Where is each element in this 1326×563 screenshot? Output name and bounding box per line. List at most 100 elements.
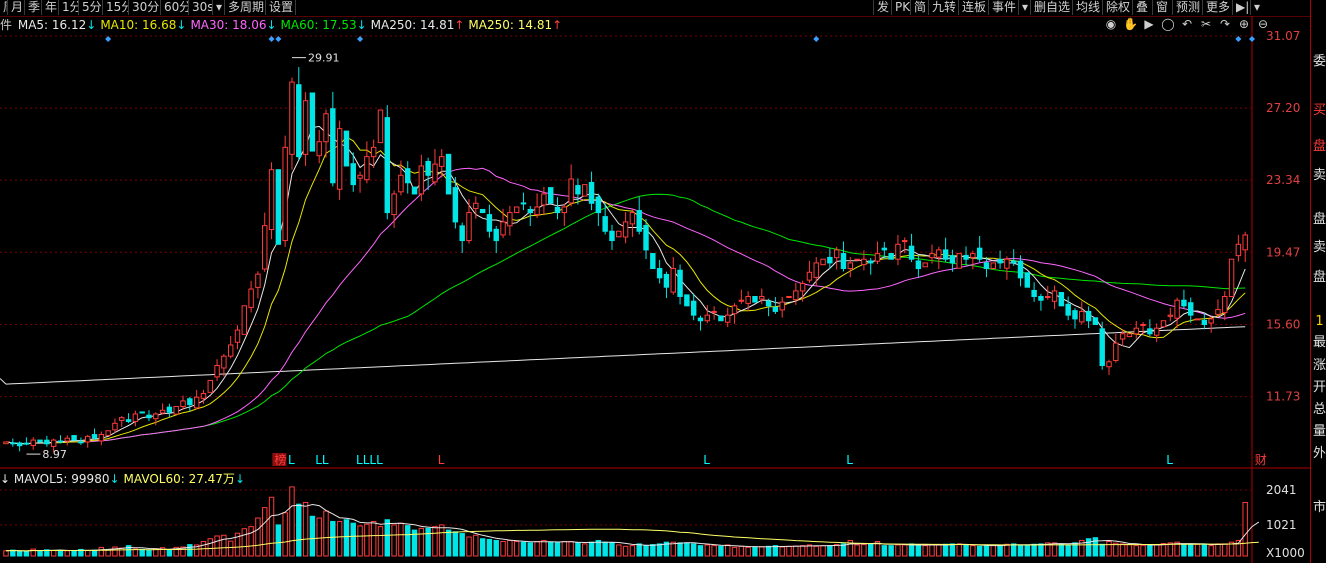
toolbar-left-10[interactable]: ▾ (213, 0, 225, 15)
volume-bar (636, 543, 642, 557)
toolbar-left-11[interactable]: 多周期 (225, 0, 266, 15)
candle-body (568, 178, 574, 204)
candle-body (91, 434, 98, 439)
toolbar-left-3[interactable]: 年 (42, 0, 59, 15)
toolbar-left-6[interactable]: 15分 (103, 0, 129, 15)
side-panel-label: 总 (1312, 402, 1326, 417)
candle-body (1113, 342, 1119, 361)
candle-body (1092, 317, 1099, 325)
volume-bar (1147, 544, 1153, 557)
toolbar-right-9[interactable]: 除权 (1102, 0, 1132, 15)
event-marker: L (288, 453, 295, 467)
toolbar-left-0[interactable]: 周 (0, 0, 8, 15)
low-price-label: 8.97 (42, 448, 67, 461)
candle-body (697, 317, 704, 322)
toolbar-left-1[interactable]: 月 (8, 0, 25, 15)
candle-body (922, 262, 928, 268)
volume-bar (241, 528, 248, 557)
toolbar-right-6[interactable]: ▾ (1018, 0, 1030, 15)
toolbar-right-4[interactable]: 连板 (958, 0, 988, 15)
volume-bar (915, 545, 922, 557)
candle-body (289, 81, 295, 155)
ma-legend-item: MA250: 14.81↑ (468, 18, 562, 32)
candle-body (343, 130, 350, 167)
candle-body (759, 295, 765, 300)
toolbar-left-9[interactable]: 30s (189, 0, 213, 15)
toolbar-left-5[interactable]: 5分 (79, 0, 103, 15)
volume-bar (813, 545, 819, 557)
side-panel-label: 盘 (1312, 270, 1326, 285)
toolbar-right-7[interactable]: 删自选 (1030, 0, 1072, 15)
event-marker: L (438, 453, 445, 467)
toolbar-left-4[interactable]: 1分 (59, 0, 79, 15)
candle-body (364, 156, 370, 181)
toolbar-right-13[interactable]: 更多 (1202, 0, 1232, 15)
candle-body (1085, 310, 1092, 322)
toolbar-left-7[interactable]: 30分 (129, 0, 161, 15)
zoom-out-icon[interactable]: ⊖ (1256, 17, 1270, 31)
toolbar-right-11[interactable]: 窗 (1152, 0, 1172, 15)
volume-bar (391, 524, 397, 557)
volume-bar (357, 525, 363, 557)
event-marker: L (846, 453, 853, 467)
candle-body (616, 230, 622, 238)
candle-body (57, 440, 64, 443)
volume-bar (527, 542, 533, 557)
toolbar-right-15[interactable]: ▾ (1250, 0, 1262, 15)
candle-body (221, 355, 227, 369)
volume-bar (16, 550, 23, 557)
toolbar-right-8[interactable]: 均线 (1072, 0, 1102, 15)
play-icon[interactable]: ▶ (1142, 17, 1156, 31)
candle-body (507, 212, 513, 227)
candle-body (350, 163, 356, 186)
toolbar-right-3[interactable]: 九转 (928, 0, 958, 15)
volume-bar (1024, 544, 1031, 557)
candle-body (296, 84, 302, 158)
candle-body (384, 117, 391, 214)
zoom-in-icon[interactable]: ⊕ (1237, 17, 1251, 31)
volume-bar (799, 545, 806, 557)
volume-bar (534, 540, 540, 557)
volume-bar (384, 519, 391, 557)
toolbar-right-14[interactable]: ▶| (1232, 0, 1250, 15)
vol-legend-item: ↓ MAVOL5: 99980↓ (0, 472, 120, 486)
candle-body (1194, 318, 1201, 321)
toolbar-right-2[interactable]: 简 (910, 0, 928, 15)
scissors-icon[interactable]: ✂ (1199, 17, 1213, 31)
toolbar-right-0[interactable]: 发 (873, 0, 891, 15)
candle-body (970, 253, 976, 258)
toolbar-right-5[interactable]: 事件 (988, 0, 1018, 15)
side-panel-label: 买 (1312, 103, 1326, 118)
candle-body (1126, 333, 1133, 338)
candle-body (861, 258, 867, 266)
volume-bar (582, 543, 588, 557)
undo-icon[interactable]: ↶ (1180, 17, 1194, 31)
event-marker: LL (315, 453, 329, 467)
eye-icon[interactable]: ◉ (1104, 17, 1118, 31)
toolbar-right-12[interactable]: 预测 (1172, 0, 1202, 15)
candle-body (888, 253, 894, 260)
candle-body (1208, 318, 1214, 324)
toolbar-right-1[interactable]: PK (891, 0, 910, 15)
redo-icon[interactable]: ↷ (1218, 17, 1232, 31)
candle-body (336, 128, 343, 190)
toolbar-left-8[interactable]: 60分 (161, 0, 189, 15)
volume-bar (833, 544, 840, 557)
toolbar-left-2[interactable]: 季 (25, 0, 42, 15)
mavol5-line (5, 503, 1260, 552)
candle-body (398, 174, 404, 193)
circle-icon[interactable]: ◯ (1161, 17, 1175, 31)
volume-bar (745, 546, 751, 557)
toolbar-left-12[interactable]: 设置 (266, 0, 296, 15)
candle-body (493, 228, 499, 242)
candle-body (1010, 260, 1017, 264)
volume-bar (255, 517, 261, 557)
toolbar-right-10[interactable]: 叠 (1132, 0, 1152, 15)
ma-legend-item: MA10: 16.68↓ (100, 18, 186, 32)
hand-icon[interactable]: ✋ (1123, 17, 1138, 31)
candle-body (772, 306, 779, 312)
volume-bar (1065, 544, 1071, 557)
ma-legend-label: MA30: 18.06 (190, 18, 267, 32)
volume-bar (370, 520, 377, 557)
volume-bar (575, 542, 581, 557)
